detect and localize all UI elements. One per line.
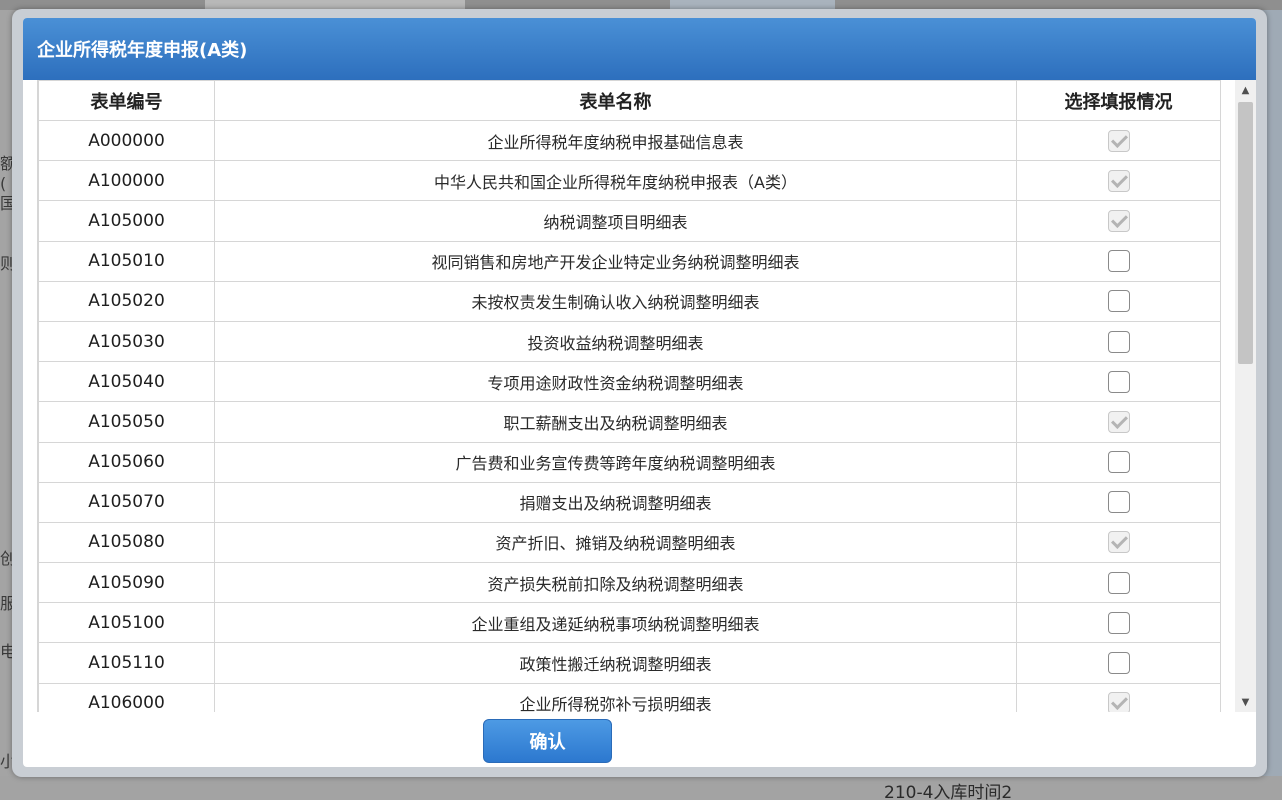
table-row: A100000 中华人民共和国企业所得税年度纳税申报表（A类） [38,160,1221,202]
table-row: A105050 职工薪酬支出及纳税调整明细表 [38,401,1221,443]
table-row: A105060 广告费和业务宣传费等跨年度纳税调整明细表 [38,441,1221,483]
form-code-cell: A105010 [38,240,215,282]
fill-status-cell [1016,602,1221,644]
form-table-container: 表单编号 表单名称 选择填报情况 A000000 企业所得税年度纳税申报基础信息表… [37,80,1221,712]
declaration-dialog: 企业所得税年度申报(A类) 表单编号 表单名称 选择填报情况 A000000 企业… [12,9,1267,777]
checkbox-icon[interactable] [1107,250,1130,273]
form-name-cell: 政策性搬迁纳税调整明细表 [214,642,1017,684]
form-name-cell: 企业重组及递延纳税事项纳税调整明细表 [214,602,1017,644]
form-name-cell: 广告费和业务宣传费等跨年度纳税调整明细表 [214,441,1017,483]
checkbox-icon[interactable] [1107,290,1130,313]
form-code-cell: A105100 [38,602,215,644]
form-code-cell: A100000 [38,160,215,202]
table-row: A105020 未按权责发生制确认收入纳税调整明细表 [38,280,1221,322]
header-form-code: 表单编号 [38,80,215,121]
table-row: A000000 企业所得税年度纳税申报基础信息表 [38,119,1221,162]
form-name-cell: 企业所得税弥补亏损明细表 [214,682,1017,712]
checkbox-icon [1107,129,1130,152]
table-row: A105030 投资收益纳税调整明细表 [38,320,1221,363]
checkbox-icon[interactable] [1107,370,1130,393]
checkbox-icon [1107,209,1130,232]
fill-status-cell [1016,240,1221,282]
dialog-title: 企业所得税年度申报(A类) [37,40,248,61]
checkbox-icon [1107,692,1130,712]
fill-status-cell [1016,361,1221,403]
fill-status-cell [1016,642,1221,684]
form-code-cell: A105000 [38,200,215,242]
background-bottom-label: 210-4入库时间2 [884,783,1013,800]
form-name-cell: 视同销售和房地产开发企业特定业务纳税调整明细表 [214,240,1017,282]
form-name-cell: 职工薪酬支出及纳税调整明细表 [214,401,1017,443]
fill-status-cell [1016,320,1221,363]
form-name-cell: 资产损失税前扣除及纳税调整明细表 [214,562,1017,604]
table-row: A105080 资产折旧、摊销及纳税调整明细表 [38,521,1221,564]
form-name-cell: 未按权责发生制确认收入纳税调整明细表 [214,280,1017,322]
fill-status-cell [1016,562,1221,604]
fill-status-cell [1016,481,1221,523]
fill-status-cell [1016,441,1221,483]
scrollbar-thumb[interactable] [1238,102,1253,364]
table-header-row: 表单编号 表单名称 选择填报情况 [38,80,1221,121]
fill-status-cell [1016,119,1221,162]
confirm-button[interactable]: 确认 [483,719,612,763]
form-name-cell: 捐赠支出及纳税调整明细表 [214,481,1017,523]
table-row: A105070 捐赠支出及纳税调整明细表 [38,481,1221,523]
form-name-cell: 投资收益纳税调整明细表 [214,320,1017,363]
form-code-cell: A105030 [38,320,215,363]
form-code-cell: A105040 [38,361,215,403]
checkbox-icon[interactable] [1107,330,1130,353]
table-body: A000000 企业所得税年度纳税申报基础信息表 A100000 中华人民共和国企业所… [38,119,1221,712]
table-row: A105040 专项用途财政性资金纳税调整明细表 [38,361,1221,403]
form-code-cell: A106000 [38,682,215,712]
checkbox-icon[interactable] [1107,652,1130,675]
form-name-cell: 纳税调整项目明细表 [214,200,1017,242]
table-row: A105010 视同销售和房地产开发企业特定业务纳税调整明细表 [38,240,1221,282]
checkbox-icon [1107,531,1130,554]
form-selection-table: 表单编号 表单名称 选择填报情况 A000000 企业所得税年度纳税申报基础信息表… [38,80,1221,712]
header-fill-status: 选择填报情况 [1016,80,1221,121]
form-code-cell: A105110 [38,642,215,684]
scroll-up-arrow-icon[interactable]: ▲ [1235,80,1256,100]
form-code-cell: A000000 [38,119,215,162]
fill-status-cell [1016,160,1221,202]
checkbox-icon[interactable] [1107,571,1130,594]
dialog-body: 企业所得税年度申报(A类) 表单编号 表单名称 选择填报情况 A000000 企业… [23,18,1256,767]
table-row: A106000 企业所得税弥补亏损明细表 [38,682,1221,712]
form-code-cell: A105050 [38,401,215,443]
dialog-title-bar: 企业所得税年度申报(A类) [23,18,1256,80]
table-row: A105100 企业重组及递延纳税事项纳税调整明细表 [38,602,1221,644]
form-code-cell: A105020 [38,280,215,322]
fill-status-cell [1016,682,1221,712]
checkbox-icon[interactable] [1107,451,1130,474]
scroll-down-arrow-icon[interactable]: ▼ [1235,692,1256,712]
form-code-cell: A105090 [38,562,215,604]
fill-status-cell [1016,280,1221,322]
fill-status-cell [1016,200,1221,242]
form-name-cell: 专项用途财政性资金纳税调整明细表 [214,361,1017,403]
header-form-name: 表单名称 [214,80,1017,121]
fill-status-cell [1016,401,1221,443]
table-row: A105000 纳税调整项目明细表 [38,200,1221,242]
checkbox-icon [1107,169,1130,192]
fill-status-cell [1016,521,1221,564]
form-name-cell: 中华人民共和国企业所得税年度纳税申报表（A类） [214,160,1017,202]
checkbox-icon[interactable] [1107,491,1130,514]
checkbox-icon[interactable] [1107,611,1130,634]
checkbox-icon [1107,410,1130,433]
form-code-cell: A105060 [38,441,215,483]
form-name-cell: 企业所得税年度纳税申报基础信息表 [214,119,1017,162]
table-row: A105110 政策性搬迁纳税调整明细表 [38,642,1221,684]
table-row: A105090 资产损失税前扣除及纳税调整明细表 [38,562,1221,604]
form-code-cell: A105070 [38,481,215,523]
form-name-cell: 资产折旧、摊销及纳税调整明细表 [214,521,1017,564]
form-code-cell: A105080 [38,521,215,564]
vertical-scrollbar[interactable]: ▲ ▼ [1235,80,1256,712]
background-bottom-bar [0,776,1282,800]
